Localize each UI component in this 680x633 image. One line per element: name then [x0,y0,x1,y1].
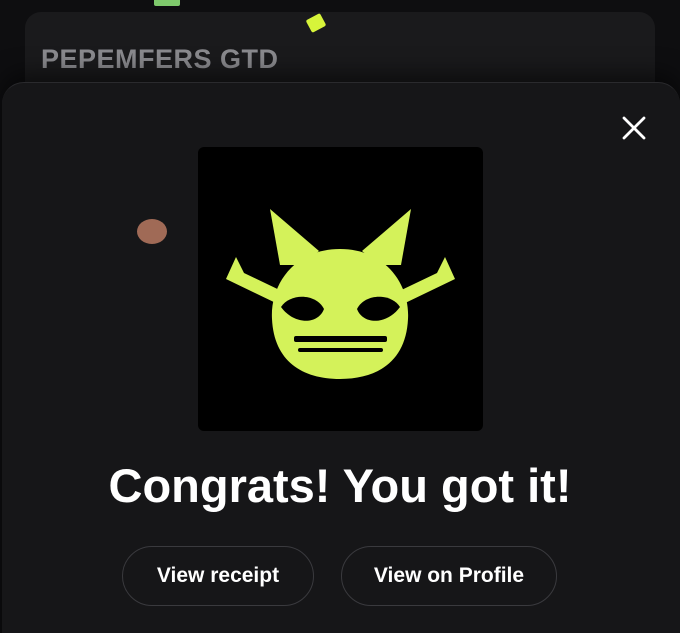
confetti-piece [137,219,167,244]
background-card-title: PEPEMFERS GTD [41,44,279,74]
collectible-artwork [198,147,483,431]
close-button[interactable] [612,108,656,148]
close-icon [622,116,646,140]
view-on-profile-button[interactable]: View on Profile [341,546,557,606]
view-receipt-button[interactable]: View receipt [122,546,314,606]
success-headline: Congrats! You got it! [108,459,572,512]
confetti-piece [154,0,180,6]
pepemfers-logo-icon [226,209,455,379]
screen: PEPEMFERS GTD Congrats! You got it! View… [0,0,680,633]
